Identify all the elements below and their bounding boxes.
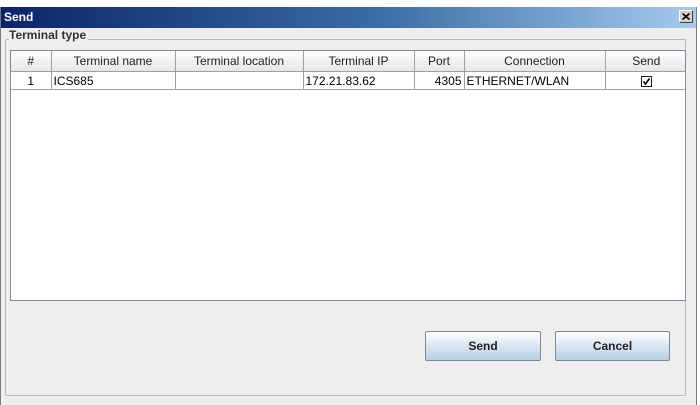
close-button[interactable] xyxy=(679,10,693,23)
terminal-type-label: Terminal type xyxy=(9,28,89,42)
column-header-terminal-location[interactable]: Terminal location xyxy=(174,51,304,72)
cell-index[interactable]: 1 xyxy=(11,71,52,90)
cell-connection[interactable]: ETHERNET/WLAN xyxy=(463,71,606,90)
column-header-port[interactable]: Port xyxy=(413,51,465,72)
column-header-terminal-name[interactable]: Terminal name xyxy=(50,51,176,72)
close-icon xyxy=(682,13,690,20)
column-header-connection[interactable]: Connection xyxy=(463,51,606,72)
column-header-send[interactable]: Send xyxy=(604,51,685,72)
table-row[interactable]: 1 ICS685 172.21.83.62 4305 ETHERNET/WLAN xyxy=(11,71,685,90)
send-checkbox[interactable] xyxy=(640,75,652,87)
cell-terminal-ip[interactable]: 172.21.83.62 xyxy=(302,71,415,90)
title-bar: Send xyxy=(1,7,696,28)
terminal-table: # Terminal name Terminal location Termin… xyxy=(10,50,686,301)
cell-terminal-location[interactable] xyxy=(174,71,304,90)
cancel-button[interactable]: Cancel xyxy=(555,331,670,361)
check-icon xyxy=(642,77,650,86)
table-header-row: # Terminal name Terminal location Termin… xyxy=(11,51,685,72)
window-title: Send xyxy=(4,10,34,24)
send-button[interactable]: Send xyxy=(425,331,541,361)
column-header-terminal-ip[interactable]: Terminal IP xyxy=(302,51,415,72)
cell-send[interactable] xyxy=(604,71,685,90)
cell-terminal-name[interactable]: ICS685 xyxy=(50,71,176,90)
column-header-index[interactable]: # xyxy=(11,51,52,72)
cell-port[interactable]: 4305 xyxy=(413,71,465,90)
